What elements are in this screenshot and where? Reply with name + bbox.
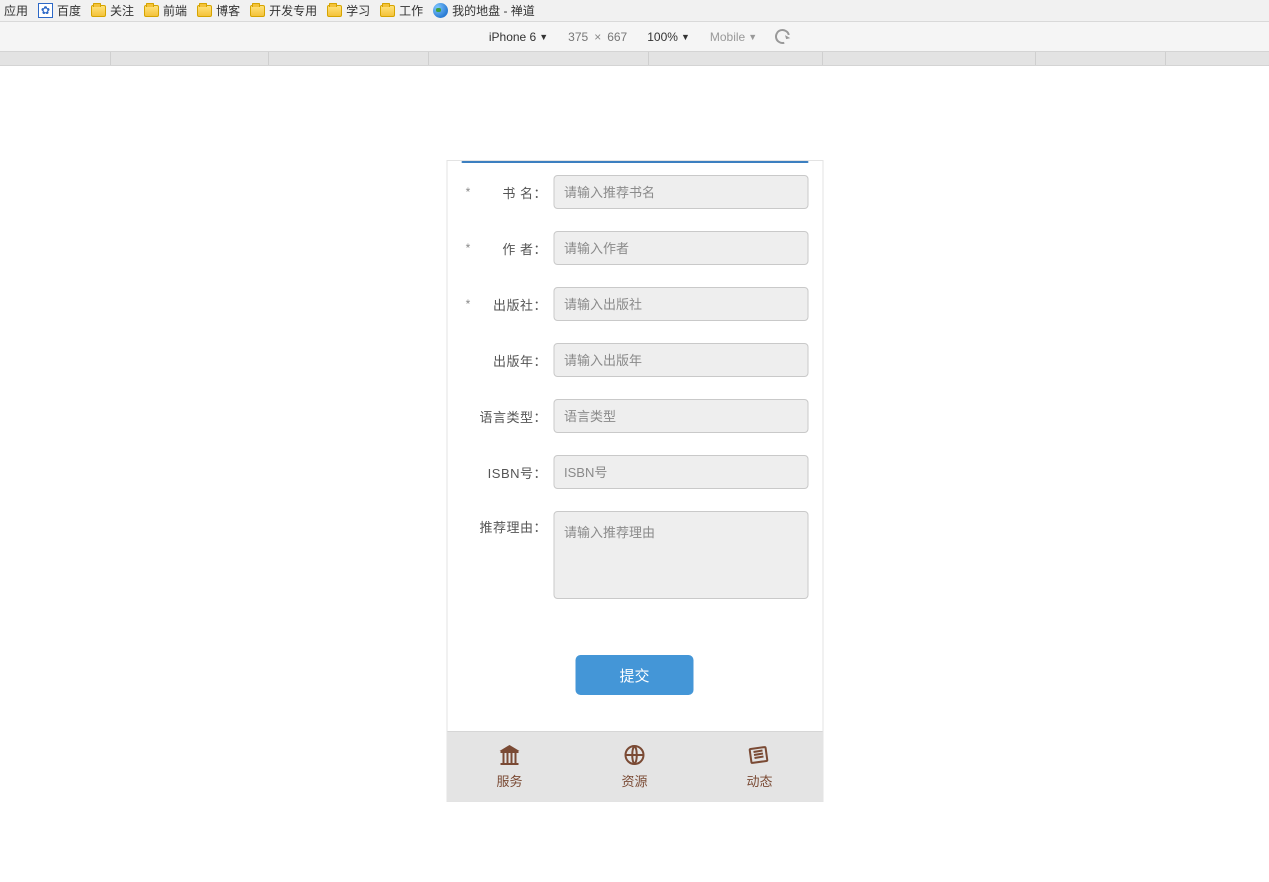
folder-icon [250,5,265,17]
bookmark-app[interactable]: 应用 [4,2,28,19]
label-isbn: ISBN号： [475,463,553,482]
form-row-publisher: * 出版社： [461,287,808,321]
mode-value: Mobile [710,30,745,44]
baidu-icon: ✿ [38,3,53,18]
input-isbn[interactable] [553,455,808,489]
mode-select[interactable]: Mobile ▼ [710,30,757,44]
folder-icon [144,5,159,17]
submit-wrap: 提交 [461,621,808,725]
label-author: 作 者： [475,239,553,258]
submit-button[interactable]: 提交 [576,655,694,695]
nav-label: 资源 [621,771,647,790]
building-icon [497,743,523,767]
bottom-nav: 服务 资源 动态 [447,731,822,801]
bookmark-folder[interactable]: 关注 [91,2,134,19]
news-icon [747,743,773,767]
chevron-down-icon: ▼ [681,32,690,42]
label-publisher: 出版社： [475,295,553,314]
bookmark-label: 前端 [163,2,187,19]
rotate-icon[interactable] [772,26,792,46]
nav-item-news[interactable]: 动态 [697,732,822,801]
globe-icon [622,743,648,767]
form-row-reason: 推荐理由： [461,511,808,599]
bookmark-folder[interactable]: 前端 [144,2,187,19]
textarea-reason[interactable] [553,511,808,599]
bookmark-folder[interactable]: 学习 [327,2,370,19]
required-mark: * [461,297,475,311]
chevron-down-icon: ▼ [539,32,548,42]
nav-item-resource[interactable]: 资源 [572,732,697,801]
recommend-form: * 书 名： * 作 者： * 出版社： 出版年： 语言类型 [447,171,822,731]
form-row-lang-type: 语言类型： [461,399,808,433]
device-name: iPhone 6 [489,30,536,44]
device-height: 667 [607,30,627,44]
bookmark-label: 百度 [57,2,81,19]
form-row-pub-year: 出版年： [461,343,808,377]
bookmark-label: 开发专用 [269,2,317,19]
bookmark-folder[interactable]: 工作 [380,2,423,19]
zoom-select[interactable]: 100% ▼ [647,30,690,44]
nav-label: 服务 [496,771,522,790]
label-reason: 推荐理由： [475,511,553,536]
chevron-down-icon: ▼ [748,32,757,42]
folder-icon [197,5,212,17]
bookmarks-bar: 应用 ✿ 百度 关注 前端 博客 开发专用 学习 工作 我的地盘 - 禅道 [0,0,1269,22]
form-row-book-name: * 书 名： [461,175,808,209]
dimension-separator: × [594,30,601,44]
zoom-value: 100% [647,30,678,44]
ruler [0,52,1269,66]
bookmark-zentao[interactable]: 我的地盘 - 禅道 [433,2,535,19]
bookmark-label: 工作 [399,2,423,19]
canvas-area: * 书 名： * 作 者： * 出版社： 出版年： 语言类型 [0,66,1269,882]
required-mark: * [461,185,475,199]
bookmark-label: 博客 [216,2,240,19]
input-book-name[interactable] [553,175,808,209]
folder-icon [327,5,342,17]
folder-icon [91,5,106,17]
nav-label: 动态 [746,771,772,790]
globe-icon [433,3,448,18]
bookmark-label: 学习 [346,2,370,19]
bookmark-label: 我的地盘 - 禅道 [452,2,535,19]
input-pub-year[interactable] [553,343,808,377]
input-lang-type[interactable] [553,399,808,433]
device-select[interactable]: iPhone 6 ▼ [489,30,548,44]
mobile-device-frame: * 书 名： * 作 者： * 出版社： 出版年： 语言类型 [447,161,822,801]
label-book-name: 书 名： [475,183,553,202]
device-dimensions: 375 × 667 [568,30,627,44]
required-mark: * [461,241,475,255]
bookmark-folder[interactable]: 博客 [197,2,240,19]
device-toolbar: iPhone 6 ▼ 375 × 667 100% ▼ Mobile ▼ [0,22,1269,52]
label-pub-year: 出版年： [475,351,553,370]
bookmark-label: 关注 [110,2,134,19]
folder-icon [380,5,395,17]
header-accent-line [461,161,808,163]
bookmark-folder[interactable]: 开发专用 [250,2,317,19]
input-author[interactable] [553,231,808,265]
bookmark-label: 应用 [4,2,28,19]
form-row-author: * 作 者： [461,231,808,265]
device-width: 375 [568,30,588,44]
label-lang-type: 语言类型： [475,407,553,426]
nav-item-service[interactable]: 服务 [447,732,572,801]
bookmark-baidu[interactable]: ✿ 百度 [38,2,81,19]
input-publisher[interactable] [553,287,808,321]
form-row-isbn: ISBN号： [461,455,808,489]
